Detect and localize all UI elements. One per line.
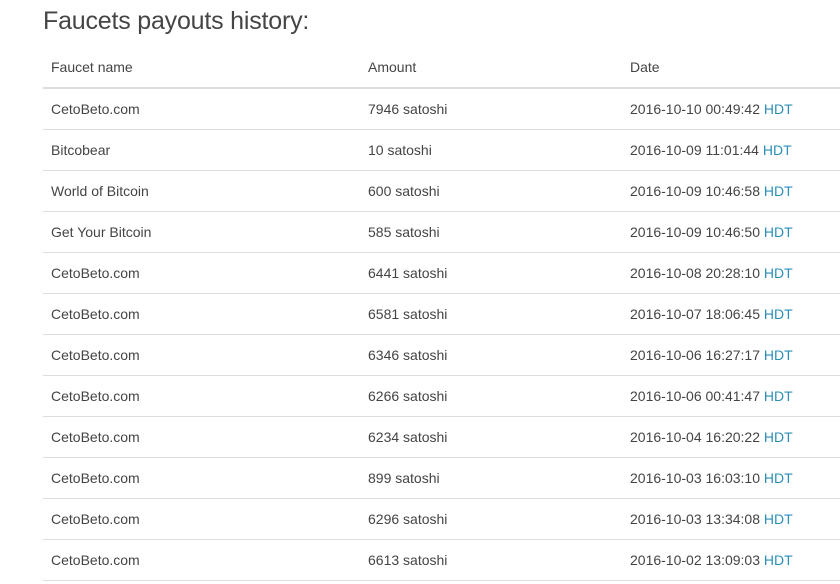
amount-cell: 899 satoshi xyxy=(360,457,622,499)
table-row: World of Bitcoin 600 satoshi 2016-10-09 … xyxy=(43,170,840,212)
amount-cell: 10 satoshi xyxy=(360,129,622,171)
date-value: 2016-10-07 18:06:45 xyxy=(630,306,760,322)
amount-cell: 600 satoshi xyxy=(360,170,622,212)
table-row: CetoBeto.com 6613 satoshi 2016-10-02 13:… xyxy=(43,539,840,581)
date-cell: 2016-10-10 00:49:42 HDT xyxy=(622,88,840,130)
table-row: Bitcobear 10 satoshi 2016-10-09 11:01:44… xyxy=(43,129,840,171)
faucet-name-cell: CetoBeto.com xyxy=(43,293,360,335)
table-header-row: Faucet name Amount Date xyxy=(43,46,840,89)
faucet-name-cell: CetoBeto.com xyxy=(43,334,360,376)
date-value: 2016-10-08 20:28:10 xyxy=(630,265,760,281)
amount-cell: 6581 satoshi xyxy=(360,293,622,335)
table-row: Get Your Bitcoin 585 satoshi 2016-10-09 … xyxy=(43,211,840,253)
amount-cell: 6613 satoshi xyxy=(360,539,622,581)
date-value: 2016-10-09 11:01:44 xyxy=(630,142,759,158)
date-value: 2016-10-03 13:34:08 xyxy=(630,511,760,527)
timezone-label: HDT xyxy=(763,511,793,527)
date-cell: 2016-10-08 20:28:10 HDT xyxy=(622,252,840,294)
date-cell: 2016-10-06 16:27:17 HDT xyxy=(622,334,840,376)
column-header-faucet-name: Faucet name xyxy=(43,46,360,89)
date-cell: 2016-10-03 13:34:08 HDT xyxy=(622,498,840,540)
date-cell: 2016-10-06 00:41:47 HDT xyxy=(622,375,840,417)
table-header: Faucet name Amount Date xyxy=(43,46,840,89)
faucet-name-cell: World of Bitcoin xyxy=(43,170,360,212)
faucet-name-cell: CetoBeto.com xyxy=(43,539,360,581)
table-row: CetoBeto.com 7946 satoshi 2016-10-10 00:… xyxy=(43,88,840,130)
amount-cell: 6266 satoshi xyxy=(360,375,622,417)
table-row: CetoBeto.com 6441 satoshi 2016-10-08 20:… xyxy=(43,252,840,294)
date-cell: 2016-10-09 10:46:58 HDT xyxy=(622,170,840,212)
date-cell: 2016-10-09 11:01:44 HDT xyxy=(622,129,840,171)
table-body: CetoBeto.com 7946 satoshi 2016-10-10 00:… xyxy=(43,88,840,581)
date-cell: 2016-10-02 13:09:03 HDT xyxy=(622,539,840,581)
column-header-date: Date xyxy=(622,46,840,89)
date-value: 2016-10-09 10:46:50 xyxy=(630,224,760,240)
faucet-name-cell: CetoBeto.com xyxy=(43,416,360,458)
date-value: 2016-10-06 00:41:47 xyxy=(630,388,760,404)
amount-cell: 6441 satoshi xyxy=(360,252,622,294)
timezone-label: HDT xyxy=(762,142,792,158)
amount-cell: 585 satoshi xyxy=(360,211,622,253)
date-value: 2016-10-02 13:09:03 xyxy=(630,552,760,568)
timezone-label: HDT xyxy=(763,224,793,240)
faucet-name-cell: CetoBeto.com xyxy=(43,375,360,417)
date-value: 2016-10-06 16:27:17 xyxy=(630,347,760,363)
table-row: CetoBeto.com 899 satoshi 2016-10-03 16:0… xyxy=(43,457,840,499)
timezone-label: HDT xyxy=(763,347,793,363)
faucet-name-cell: Bitcobear xyxy=(43,129,360,171)
faucet-name-cell: CetoBeto.com xyxy=(43,252,360,294)
amount-cell: 7946 satoshi xyxy=(360,88,622,130)
faucet-name-cell: CetoBeto.com xyxy=(43,498,360,540)
date-cell: 2016-10-07 18:06:45 HDT xyxy=(622,293,840,335)
faucet-name-cell: Get Your Bitcoin xyxy=(43,211,360,253)
date-cell: 2016-10-03 16:03:10 HDT xyxy=(622,457,840,499)
timezone-label: HDT xyxy=(763,552,793,568)
page-title: Faucets payouts history: xyxy=(43,7,310,35)
timezone-label: HDT xyxy=(763,183,793,199)
date-value: 2016-10-03 16:03:10 xyxy=(630,470,760,486)
timezone-label: HDT xyxy=(763,265,793,281)
amount-cell: 6234 satoshi xyxy=(360,416,622,458)
amount-cell: 6296 satoshi xyxy=(360,498,622,540)
table-row: CetoBeto.com 6234 satoshi 2016-10-04 16:… xyxy=(43,416,840,458)
date-value: 2016-10-10 00:49:42 xyxy=(630,101,760,117)
amount-cell: 6346 satoshi xyxy=(360,334,622,376)
table-row: CetoBeto.com 6296 satoshi 2016-10-03 13:… xyxy=(43,498,840,540)
faucet-name-cell: CetoBeto.com xyxy=(43,88,360,130)
timezone-label: HDT xyxy=(763,429,793,445)
table-row: CetoBeto.com 6266 satoshi 2016-10-06 00:… xyxy=(43,375,840,417)
faucet-name-cell: CetoBeto.com xyxy=(43,457,360,499)
date-value: 2016-10-09 10:46:58 xyxy=(630,183,760,199)
timezone-label: HDT xyxy=(763,306,793,322)
date-cell: 2016-10-04 16:20:22 HDT xyxy=(622,416,840,458)
timezone-label: HDT xyxy=(763,388,793,404)
table-row: CetoBeto.com 6581 satoshi 2016-10-07 18:… xyxy=(43,293,840,335)
table-row: CetoBeto.com 6346 satoshi 2016-10-06 16:… xyxy=(43,334,840,376)
date-value: 2016-10-04 16:20:22 xyxy=(630,429,760,445)
date-cell: 2016-10-09 10:46:50 HDT xyxy=(622,211,840,253)
payouts-table: Faucet name Amount Date CetoBeto.com 794… xyxy=(43,46,840,581)
column-header-amount: Amount xyxy=(360,46,622,89)
timezone-label: HDT xyxy=(763,101,793,117)
timezone-label: HDT xyxy=(763,470,793,486)
